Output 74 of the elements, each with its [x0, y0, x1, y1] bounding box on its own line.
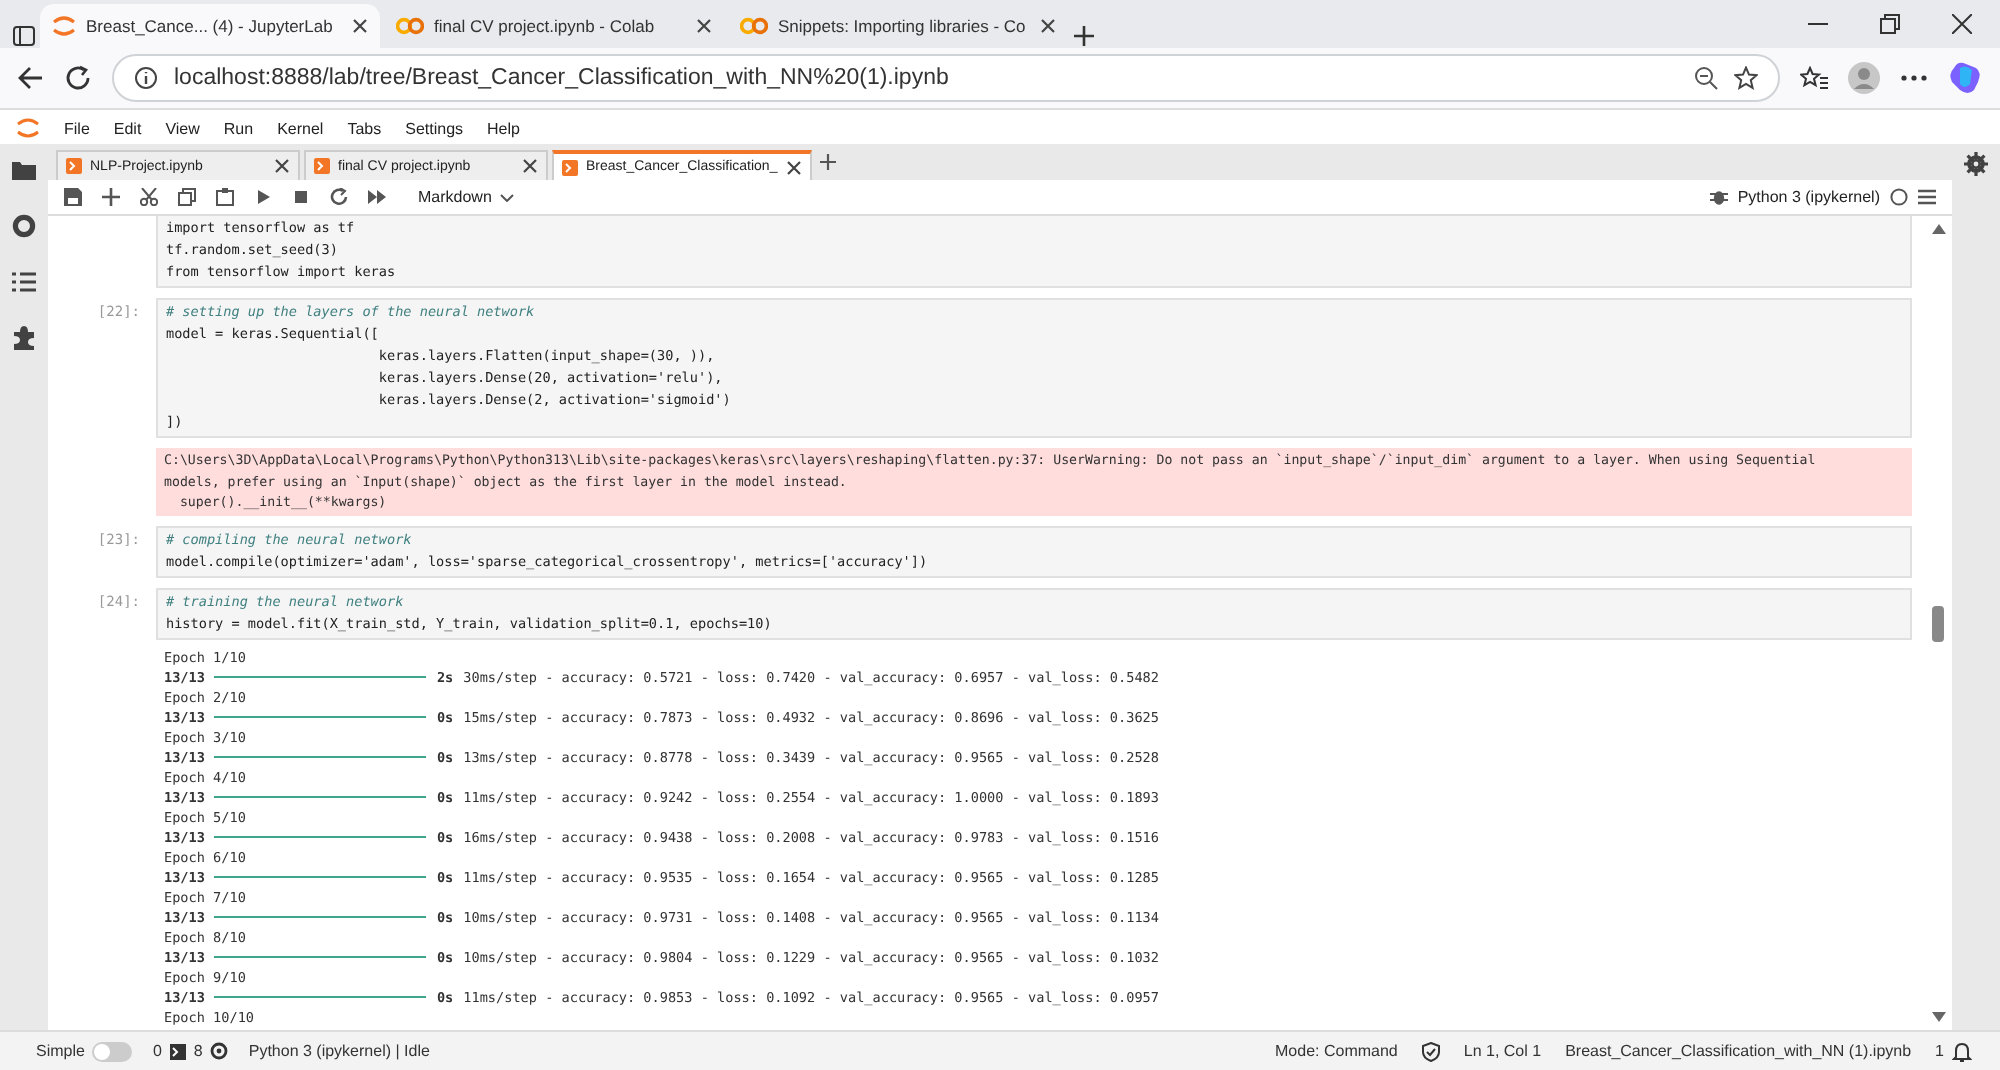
- menu-item[interactable]: Help: [487, 119, 520, 137]
- menu-item[interactable]: Settings: [405, 119, 464, 137]
- terminal-count[interactable]: 0: [152, 1042, 162, 1060]
- close-icon[interactable]: [352, 18, 368, 34]
- fast-forward-icon[interactable]: [368, 188, 386, 206]
- close-icon[interactable]: [1952, 14, 1972, 34]
- jupyter-logo-icon: [52, 14, 76, 38]
- notification-count[interactable]: 1: [1935, 1042, 1944, 1060]
- debugger-bug-icon[interactable]: [1709, 188, 1728, 206]
- running-circle-icon[interactable]: [12, 214, 36, 238]
- caret-icon: [499, 193, 514, 201]
- table-of-contents-icon[interactable]: [12, 272, 36, 292]
- new-tab-icon[interactable]: [1072, 24, 1096, 48]
- shield-icon[interactable]: [1421, 1041, 1440, 1061]
- notebook-file-icon: [562, 159, 578, 175]
- simple-mode-toggle[interactable]: [92, 1041, 133, 1061]
- stop-icon[interactable]: [292, 188, 310, 206]
- menu-item[interactable]: Tabs: [347, 119, 382, 137]
- profile-avatar-icon[interactable]: [1848, 62, 1880, 94]
- browser-tab[interactable]: Breast_Cance... (4) - JupyterLab: [40, 4, 380, 48]
- notebook-file-icon: [314, 158, 330, 174]
- colab-logo-icon: [740, 16, 768, 36]
- browser-tab[interactable]: final CV project.ipynb - Colab: [384, 4, 724, 48]
- zoom-out-icon[interactable]: [1694, 66, 1718, 90]
- back-icon[interactable]: [16, 64, 44, 92]
- file-name: Breast_Cancer_Classification_with_NN (1).ipynb: [1565, 1042, 1912, 1060]
- tab-actions-icon[interactable]: [12, 24, 36, 48]
- favorites-icon[interactable]: [1800, 66, 1828, 90]
- terminal-icon: [169, 1043, 186, 1059]
- bell-icon[interactable]: [1952, 1041, 1972, 1061]
- kernel-idle-circle-icon: [1890, 188, 1908, 206]
- reload-icon[interactable]: [64, 64, 92, 92]
- jupyter-logo-icon: [16, 116, 40, 140]
- more-icon[interactable]: [1900, 74, 1928, 82]
- kernel-status[interactable]: Python 3 (ipykernel) | Idle: [248, 1042, 430, 1060]
- save-icon[interactable]: [64, 188, 82, 206]
- cursor-position[interactable]: Ln 1, Col 1: [1463, 1042, 1542, 1060]
- close-icon[interactable]: [785, 159, 802, 175]
- extension-puzzle-icon[interactable]: [12, 326, 36, 350]
- mode-label: Simple: [36, 1042, 85, 1060]
- folder-icon[interactable]: [12, 160, 36, 180]
- close-icon[interactable]: [274, 158, 290, 174]
- command-mode-label: Mode: Command: [1275, 1042, 1398, 1060]
- menu-item[interactable]: Run: [223, 119, 254, 137]
- scroll-up-icon[interactable]: [1931, 224, 1945, 234]
- close-icon[interactable]: [522, 158, 538, 174]
- copy-icon[interactable]: [178, 188, 196, 206]
- menu-item[interactable]: Edit: [113, 119, 142, 137]
- cell-type-dropdown[interactable]: Markdown: [418, 188, 514, 206]
- paste-icon[interactable]: [216, 188, 234, 206]
- restore-icon[interactable]: [1880, 14, 1900, 34]
- kernel-count[interactable]: 8: [193, 1042, 203, 1060]
- kernel-name[interactable]: Python 3 (ipykernel): [1737, 188, 1880, 206]
- close-icon[interactable]: [696, 18, 712, 34]
- menu-icon[interactable]: [1918, 188, 1936, 206]
- address-field[interactable]: localhost:8888/lab/tree/Breast_Cancer_Classification_with_NN%20(1).ipynb: [112, 54, 1780, 102]
- menu-item[interactable]: File: [64, 119, 90, 137]
- new-tab-icon[interactable]: [819, 154, 836, 170]
- scroll-down-icon[interactable]: [1931, 1012, 1945, 1022]
- scrollbar-thumb-icon[interactable]: [1932, 605, 1944, 641]
- copilot-logo-icon[interactable]: [1948, 60, 1984, 96]
- menu-item[interactable]: View: [165, 119, 200, 137]
- run-icon[interactable]: [254, 188, 272, 206]
- favorite-star-icon[interactable]: [1734, 66, 1758, 90]
- cut-icon[interactable]: [140, 188, 158, 206]
- notebook-file-icon: [66, 158, 82, 174]
- property-inspector-gear-icon[interactable]: [1964, 152, 1988, 176]
- colab-logo-icon: [396, 16, 424, 36]
- close-icon[interactable]: [1040, 18, 1056, 34]
- menu-item[interactable]: Kernel: [277, 119, 324, 137]
- info-icon: [134, 66, 158, 90]
- browser-tab[interactable]: Snippets: Importing libraries - Co: [728, 4, 1068, 48]
- restart-icon[interactable]: [330, 188, 348, 206]
- add-icon[interactable]: [102, 188, 120, 206]
